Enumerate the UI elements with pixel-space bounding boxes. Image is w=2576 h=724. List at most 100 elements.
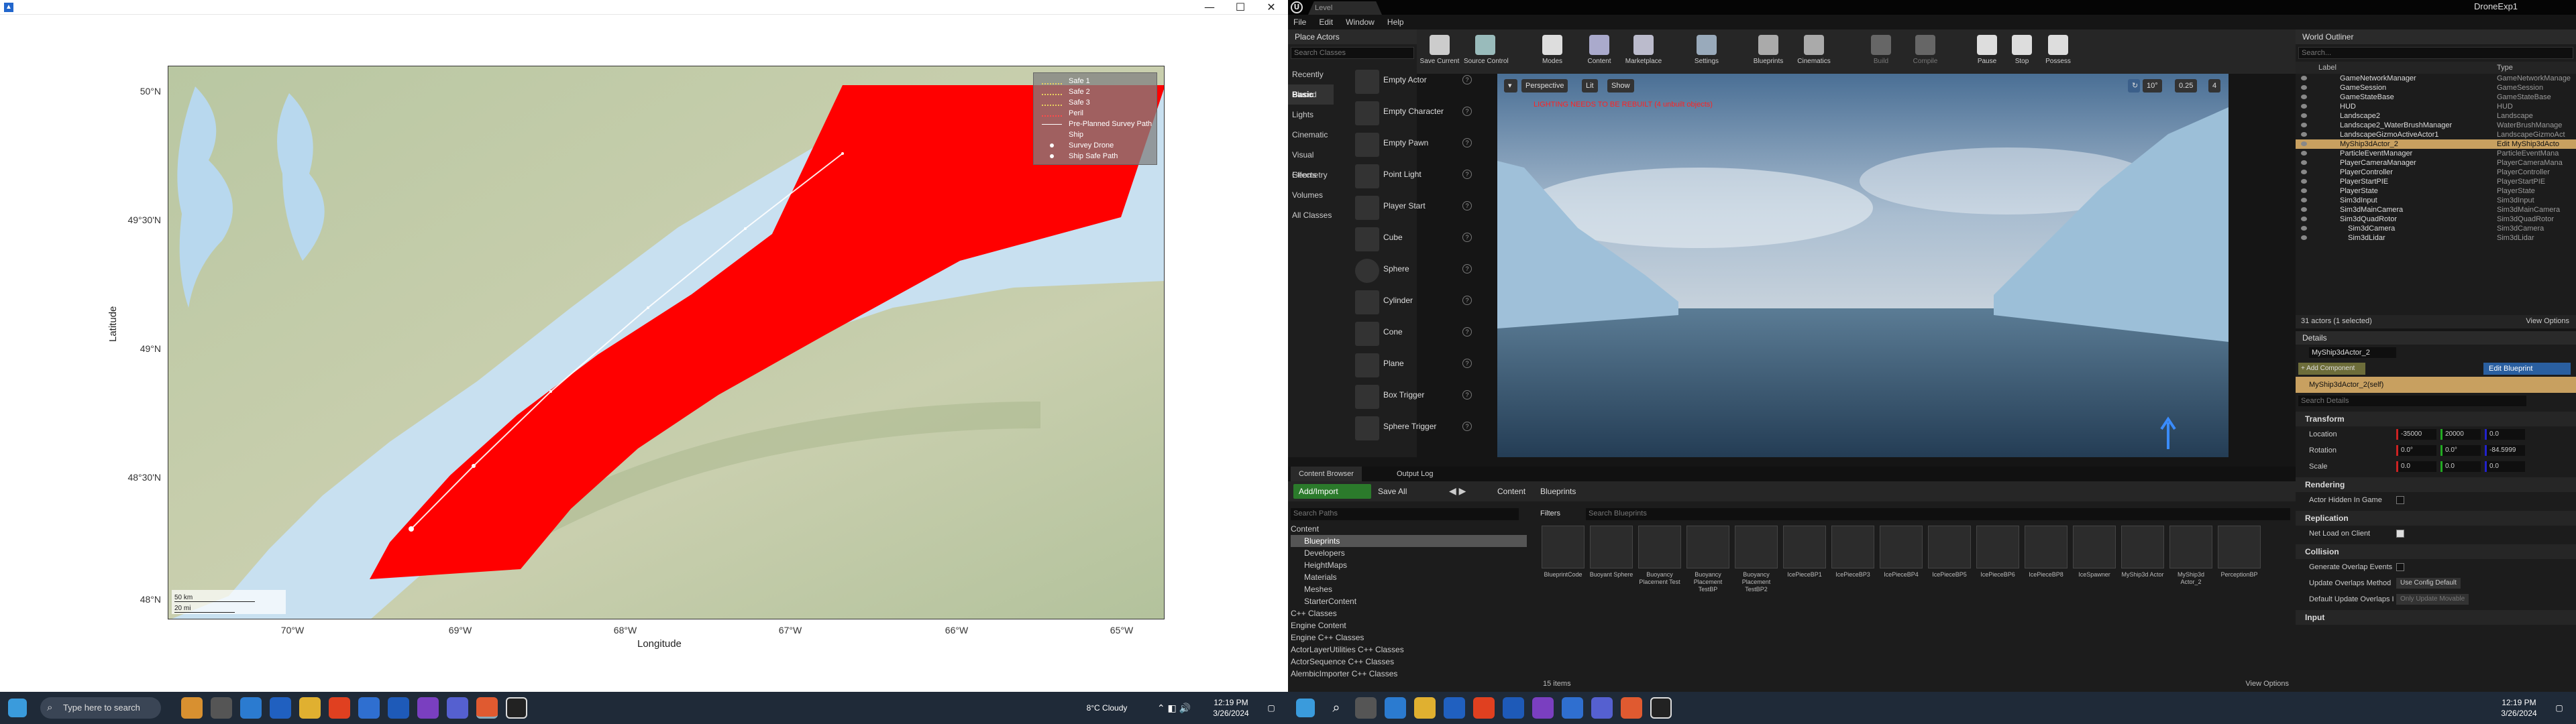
edit-blueprint-button[interactable]: Edit Blueprint — [2483, 363, 2571, 375]
widgets-icon[interactable] — [181, 697, 203, 719]
unreal-taskbar-icon[interactable] — [506, 697, 527, 719]
category-all-classes[interactable]: All Classes — [1288, 205, 1334, 225]
asset-tile[interactable]: Buoyant Sphere — [1589, 526, 1634, 595]
location-y[interactable]: 20000 — [2440, 429, 2481, 440]
level-viewport[interactable]: ▾ Perspective Lit Show ↻ 10° 0.25 4 LIGH… — [1497, 74, 2229, 457]
output-log-tab[interactable]: Output Log — [1389, 467, 1441, 481]
place-actors-header[interactable]: Place Actors — [1288, 29, 1417, 44]
outliner-view-options[interactable]: View Options — [2526, 317, 2569, 325]
rotation-y[interactable]: 0.0° — [2440, 445, 2481, 456]
update-overlaps-dropdown[interactable]: Use Config Default — [2396, 578, 2461, 589]
self-component-row[interactable]: MyShip3dActor_2(self) — [2296, 377, 2576, 393]
default-overlaps-dropdown[interactable]: Only Update Movable — [2396, 594, 2469, 605]
asset-tile[interactable]: MyShip3d Actor_2 — [2168, 526, 2214, 595]
chrome-icon[interactable] — [1473, 697, 1495, 719]
outlook-icon[interactable] — [388, 697, 409, 719]
filters-button[interactable]: Filters — [1540, 507, 1580, 520]
teams-icon[interactable] — [358, 697, 380, 719]
outliner-row[interactable]: PlayerStartPIE PlayerStartPIE — [2296, 177, 2576, 186]
notification-icon[interactable]: ▢ — [1261, 692, 1281, 724]
type-column-header[interactable]: Type — [2497, 64, 2513, 72]
tree-item[interactable]: Materials — [1291, 571, 1527, 583]
help-icon[interactable]: ? — [1462, 233, 1472, 242]
visibility-eye-icon[interactable] — [2301, 95, 2307, 99]
outliner-row[interactable]: PlayerController PlayerController — [2296, 168, 2576, 177]
visibility-eye-icon[interactable] — [2301, 123, 2307, 127]
hidden-in-game-checkbox[interactable] — [2396, 496, 2404, 504]
outliner-row[interactable]: Landscape2_WaterBrushManager WaterBrushMa… — [2296, 121, 2576, 130]
path-blueprints[interactable]: Blueprints — [1540, 487, 1576, 496]
help-icon[interactable]: ? — [1462, 138, 1472, 147]
tree-item[interactable]: ActorSequence C++ Classes — [1291, 656, 1527, 668]
viewport-menu-button[interactable]: ▾ — [1504, 79, 1517, 93]
help-icon[interactable]: ? — [1462, 201, 1472, 210]
asset-tile[interactable]: IcePieceBP6 — [1975, 526, 2021, 595]
taskbar-search[interactable]: ⌕ Type here to search — [40, 697, 161, 719]
start-icon[interactable] — [8, 699, 27, 717]
outliner-row[interactable]: Sim3dInput Sim3dInput — [2296, 196, 2576, 205]
onenote-icon[interactable] — [447, 697, 468, 719]
system-tray-icons[interactable]: ⌃ ◧ 🔊 — [1147, 692, 1201, 724]
tree-item[interactable]: Developers — [1291, 547, 1527, 559]
outlook-icon[interactable] — [1503, 697, 1524, 719]
tree-item[interactable]: HeightMaps — [1291, 559, 1527, 571]
label-column-header[interactable]: Label — [2318, 64, 2337, 72]
actor-item[interactable]: Empty Pawn? — [1355, 129, 1472, 160]
snap-rotation-icon[interactable]: ↻ — [2128, 79, 2140, 93]
visibility-eye-icon[interactable] — [2301, 151, 2307, 156]
visibility-eye-icon[interactable] — [2301, 76, 2307, 80]
visibility-eye-icon[interactable] — [2301, 170, 2307, 174]
actor-item[interactable]: Sphere? — [1355, 255, 1472, 286]
help-icon[interactable]: ? — [1462, 390, 1472, 400]
visibility-eye-icon[interactable] — [2301, 160, 2307, 165]
legend[interactable]: Safe 1 Safe 2 Safe 3 Peril Pre-Planned S… — [1033, 72, 1157, 165]
tree-item[interactable]: AlembicImporter C++ Classes — [1291, 668, 1527, 680]
actor-item[interactable]: Box Trigger? — [1355, 381, 1472, 412]
asset-tile[interactable]: Buoyancy Placement TestBP — [1685, 526, 1731, 595]
outliner-row[interactable]: Landscape2 Landscape — [2296, 111, 2576, 121]
perspective-button[interactable]: Perspective — [1521, 79, 1568, 93]
rotation-x[interactable]: 0.0° — [2396, 445, 2436, 456]
asset-tile[interactable]: MyShip3d Actor — [2120, 526, 2165, 595]
outliner-search-input[interactable]: Search... — [2298, 47, 2573, 59]
visibility-eye-icon[interactable] — [2301, 104, 2307, 109]
visibility-eye-icon[interactable] — [2301, 85, 2307, 90]
tree-item[interactable]: Engine C++ Classes — [1291, 631, 1527, 644]
content-button[interactable]: Content — [1578, 34, 1621, 71]
minimize-button[interactable]: — — [1194, 0, 1225, 15]
cinematics-button[interactable]: Cinematics — [1792, 34, 1835, 71]
outliner-row[interactable]: ParticleEventManager ParticleEventMana — [2296, 149, 2576, 158]
file-explorer-icon[interactable] — [299, 697, 321, 719]
outliner-row[interactable]: GameStateBase GameStateBase — [2296, 93, 2576, 102]
snap-scale-value[interactable]: 0.25 — [2175, 79, 2198, 93]
category-lights[interactable]: Lights — [1288, 105, 1334, 125]
collision-section[interactable]: Collision — [2296, 544, 2576, 559]
visibility-eye-icon[interactable] — [2301, 188, 2307, 193]
add-import-button[interactable]: Add/Import — [1293, 484, 1371, 499]
source-control-button[interactable]: Source Control — [1464, 34, 1509, 71]
actor-item[interactable]: Cylinder? — [1355, 286, 1472, 318]
store-icon[interactable] — [1444, 697, 1465, 719]
lit-button[interactable]: Lit — [1582, 79, 1598, 93]
tree-item[interactable]: ActorLayerUtilities C++ Classes — [1291, 644, 1527, 656]
matlab-taskbar-icon[interactable] — [476, 697, 498, 719]
search-icon[interactable]: ⌕ — [1326, 697, 1347, 719]
visibility-eye-icon[interactable] — [2301, 132, 2307, 137]
help-icon[interactable]: ? — [1462, 170, 1472, 179]
actor-item[interactable]: Empty Character? — [1355, 97, 1472, 129]
help-icon[interactable]: ? — [1462, 264, 1472, 274]
snap-rotation-value[interactable]: 10° — [2143, 79, 2162, 93]
compile-button[interactable]: Compile — [1904, 34, 1947, 71]
world-outliner-header[interactable]: World Outliner — [2296, 29, 2576, 44]
visibility-eye-icon[interactable] — [2301, 217, 2307, 221]
menu-help[interactable]: Help — [1382, 15, 1409, 29]
asset-tile[interactable]: IcePieceBP4 — [1878, 526, 1924, 595]
help-icon[interactable]: ? — [1462, 422, 1472, 431]
settings-button[interactable]: Settings — [1685, 34, 1728, 71]
visibility-eye-icon[interactable] — [2301, 113, 2307, 118]
category-basic[interactable]: Basic — [1288, 84, 1334, 105]
visual-studio-icon[interactable] — [417, 697, 439, 719]
outliner-row[interactable]: GameNetworkManager GameNetworkManage — [2296, 74, 2576, 83]
weather-widget[interactable]: 8°C Cloudy — [1073, 692, 1140, 724]
help-icon[interactable]: ? — [1462, 107, 1472, 116]
